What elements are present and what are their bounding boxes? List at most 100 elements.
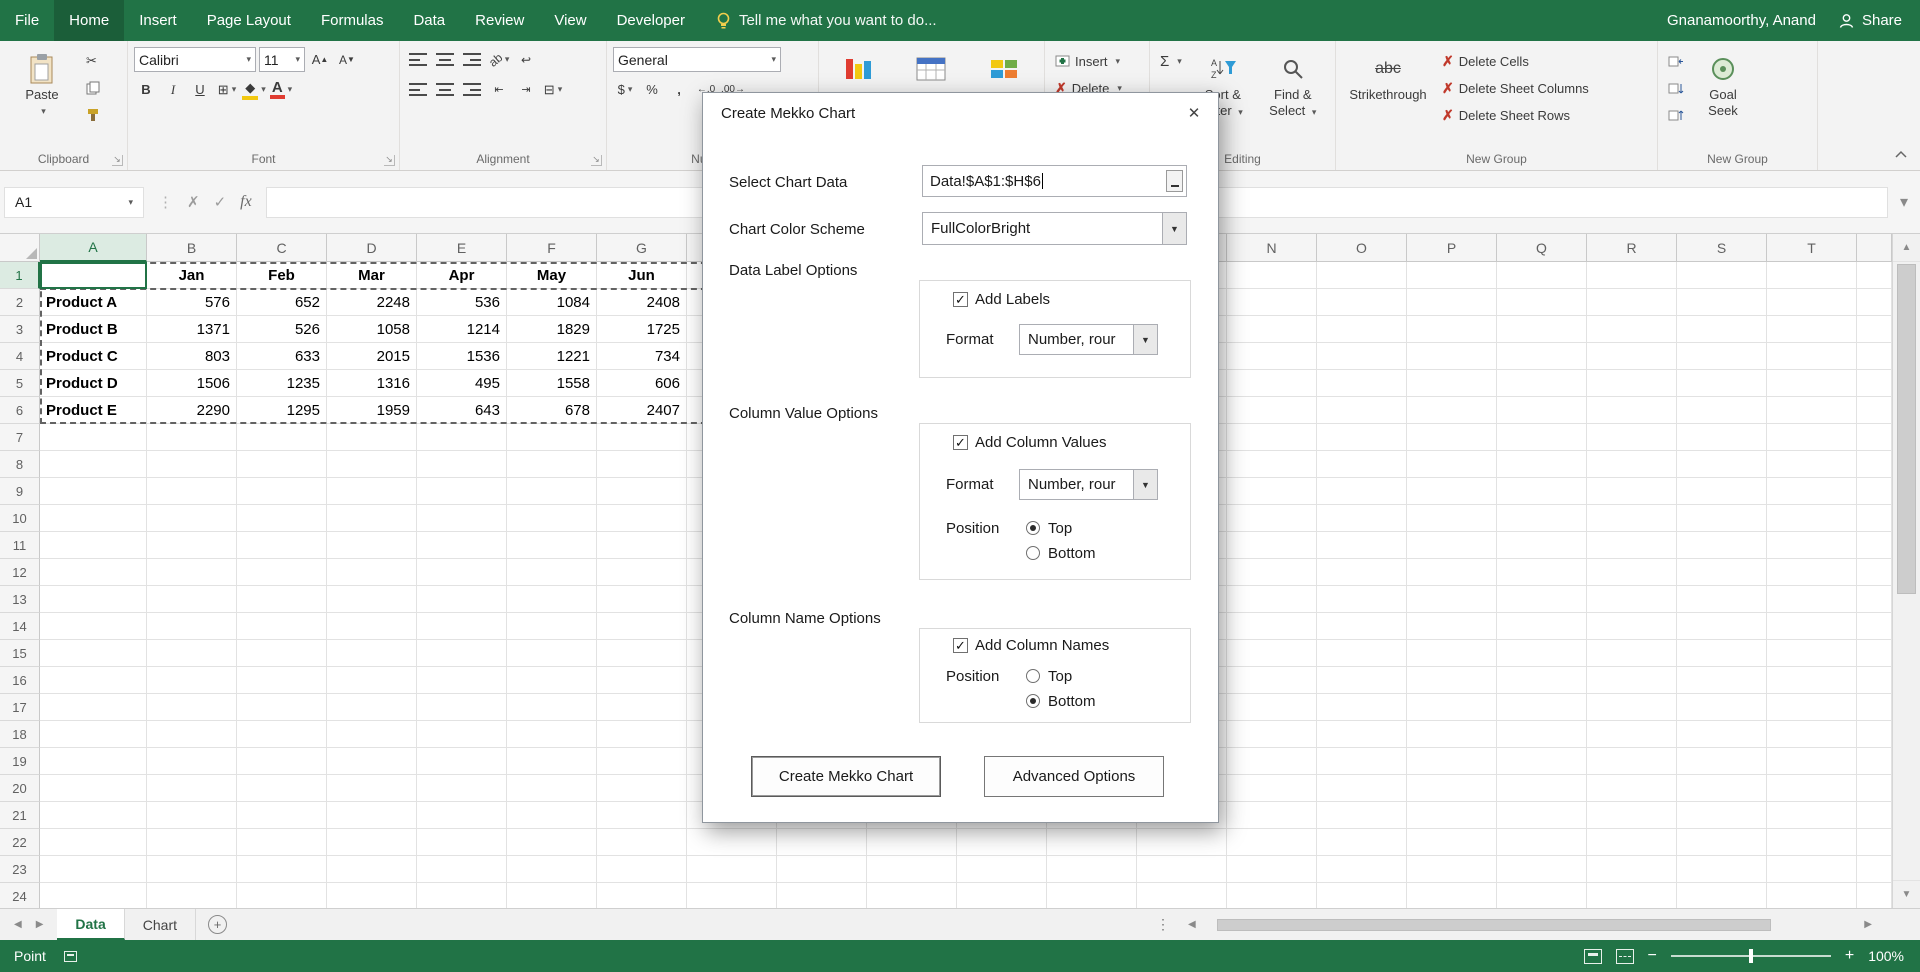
cell-O3[interactable]: [1317, 316, 1407, 343]
wrap-text-button[interactable]: ↩: [514, 47, 538, 72]
collapse-ribbon-button[interactable]: [1894, 147, 1908, 162]
cell-B8[interactable]: [147, 451, 237, 478]
radio-selected-icon[interactable]: [1026, 521, 1040, 535]
cell-partial-3[interactable]: [1857, 316, 1892, 343]
tell-me-box[interactable]: Tell me what you want to do...: [700, 0, 953, 41]
row-header-24[interactable]: 24: [0, 883, 40, 908]
expand-formula-bar-button[interactable]: ▾: [1892, 192, 1916, 212]
cell-A5[interactable]: Product D: [40, 370, 147, 397]
name-position-bottom-radio[interactable]: Bottom: [1026, 691, 1096, 711]
cell-G23[interactable]: [597, 856, 687, 883]
cell-K23[interactable]: [957, 856, 1047, 883]
cell-N3[interactable]: [1227, 316, 1317, 343]
cell-partial-19[interactable]: [1857, 748, 1892, 775]
cell-R4[interactable]: [1587, 343, 1677, 370]
cell-M23[interactable]: [1137, 856, 1227, 883]
row-header-1[interactable]: 1: [0, 262, 40, 289]
cell-R12[interactable]: [1587, 559, 1677, 586]
cell-P21[interactable]: [1407, 802, 1497, 829]
cell-Q21[interactable]: [1497, 802, 1587, 829]
cell-E5[interactable]: 495: [417, 370, 507, 397]
cell-Q4[interactable]: [1497, 343, 1587, 370]
cell-A18[interactable]: [40, 721, 147, 748]
cell-S19[interactable]: [1677, 748, 1767, 775]
column-header-T[interactable]: T: [1767, 234, 1857, 262]
cell-D3[interactable]: 1058: [327, 316, 417, 343]
cell-T13[interactable]: [1767, 586, 1857, 613]
cell-N24[interactable]: [1227, 883, 1317, 908]
italic-button[interactable]: I: [161, 77, 185, 102]
create-mekko-chart-button[interactable]: Create Mekko Chart: [751, 756, 941, 797]
cell-partial-15[interactable]: [1857, 640, 1892, 667]
cell-partial-7[interactable]: [1857, 424, 1892, 451]
cell-R18[interactable]: [1587, 721, 1677, 748]
prev-sheet-button[interactable]: ◀: [14, 919, 22, 930]
menu-tab-page-layout[interactable]: Page Layout: [192, 0, 306, 41]
cell-D21[interactable]: [327, 802, 417, 829]
cell-N6[interactable]: [1227, 397, 1317, 424]
cell-O19[interactable]: [1317, 748, 1407, 775]
macro-record-button[interactable]: [63, 950, 77, 962]
cell-partial-12[interactable]: [1857, 559, 1892, 586]
cell-R7[interactable]: [1587, 424, 1677, 451]
cell-T14[interactable]: [1767, 613, 1857, 640]
cell-S16[interactable]: [1677, 667, 1767, 694]
cell-R6[interactable]: [1587, 397, 1677, 424]
name-box[interactable]: A1 ▾: [4, 186, 144, 218]
insert-cells-button[interactable]: Insert ▾: [1051, 49, 1126, 73]
cell-O23[interactable]: [1317, 856, 1407, 883]
cell-O1[interactable]: [1317, 262, 1407, 289]
row-header-13[interactable]: 13: [0, 586, 40, 613]
cell-D22[interactable]: [327, 829, 417, 856]
cell-A15[interactable]: [40, 640, 147, 667]
cell-F19[interactable]: [507, 748, 597, 775]
value-position-top-radio[interactable]: Top: [1026, 518, 1072, 538]
cell-Q18[interactable]: [1497, 721, 1587, 748]
cell-R13[interactable]: [1587, 586, 1677, 613]
cell-D19[interactable]: [327, 748, 417, 775]
cell-F11[interactable]: [507, 532, 597, 559]
cell-B1[interactable]: Jan: [147, 262, 237, 289]
cell-Q11[interactable]: [1497, 532, 1587, 559]
cell-T8[interactable]: [1767, 451, 1857, 478]
cell-C16[interactable]: [237, 667, 327, 694]
cell-G18[interactable]: [597, 721, 687, 748]
cell-partial-17[interactable]: [1857, 694, 1892, 721]
cell-N9[interactable]: [1227, 478, 1317, 505]
cell-C2[interactable]: 652: [237, 289, 327, 316]
cell-G11[interactable]: [597, 532, 687, 559]
cell-B14[interactable]: [147, 613, 237, 640]
cell-N11[interactable]: [1227, 532, 1317, 559]
cell-M24[interactable]: [1137, 883, 1227, 908]
confirm-entry-button[interactable]: ✓: [214, 193, 227, 211]
cell-T23[interactable]: [1767, 856, 1857, 883]
add-column-values-checkbox-row[interactable]: ✓ Add Column Values: [953, 432, 1106, 452]
cell-N17[interactable]: [1227, 694, 1317, 721]
cell-E21[interactable]: [417, 802, 507, 829]
cell-partial-14[interactable]: [1857, 613, 1892, 640]
cell-H24[interactable]: [687, 883, 777, 908]
cell-P6[interactable]: [1407, 397, 1497, 424]
cell-S23[interactable]: [1677, 856, 1767, 883]
cell-O17[interactable]: [1317, 694, 1407, 721]
cell-G2[interactable]: 2408: [597, 289, 687, 316]
cell-D8[interactable]: [327, 451, 417, 478]
font-name-combo[interactable]: Calibri ▾: [134, 47, 256, 72]
cell-Q12[interactable]: [1497, 559, 1587, 586]
cell-F14[interactable]: [507, 613, 597, 640]
cell-P23[interactable]: [1407, 856, 1497, 883]
zoom-slider-thumb[interactable]: [1748, 949, 1753, 963]
cell-B17[interactable]: [147, 694, 237, 721]
dialog-titlebar[interactable]: Create Mekko Chart: [703, 93, 1218, 133]
cell-partial-6[interactable]: [1857, 397, 1892, 424]
cell-D4[interactable]: 2015: [327, 343, 417, 370]
cell-G21[interactable]: [597, 802, 687, 829]
cell-F3[interactable]: 1829: [507, 316, 597, 343]
cell-B3[interactable]: 1371: [147, 316, 237, 343]
column-header-Q[interactable]: Q: [1497, 234, 1587, 262]
cell-S14[interactable]: [1677, 613, 1767, 640]
cell-A8[interactable]: [40, 451, 147, 478]
cell-F12[interactable]: [507, 559, 597, 586]
cell-R19[interactable]: [1587, 748, 1677, 775]
column-header-S[interactable]: S: [1677, 234, 1767, 262]
